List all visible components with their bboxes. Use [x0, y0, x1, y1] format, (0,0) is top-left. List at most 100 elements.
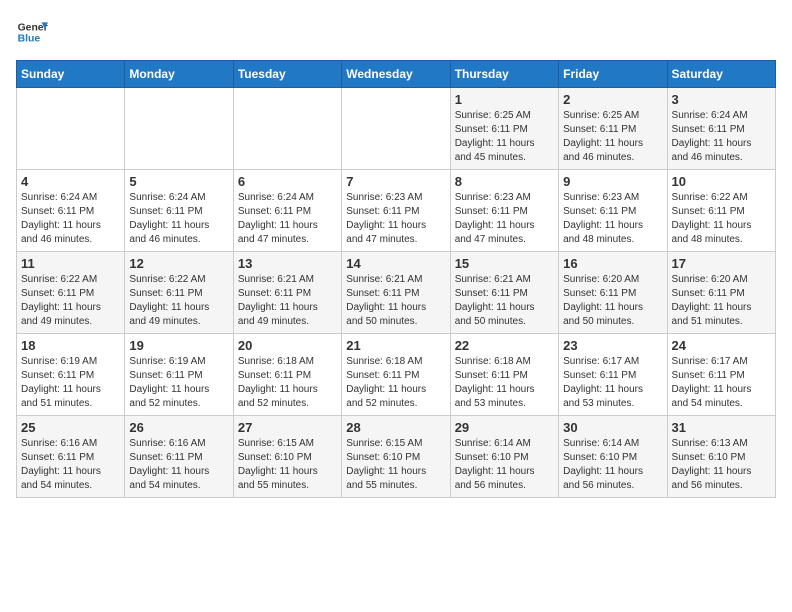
- day-number: 31: [672, 420, 771, 435]
- day-number: 1: [455, 92, 554, 107]
- calendar-cell: 21 Sunrise: 6:18 AM Sunset: 6:11 PM Dayli…: [342, 334, 450, 416]
- calendar-header: SundayMondayTuesdayWednesdayThursdayFrid…: [17, 61, 776, 88]
- header-row: SundayMondayTuesdayWednesdayThursdayFrid…: [17, 61, 776, 88]
- day-detail: Sunrise: 6:15 AM Sunset: 6:10 PM Dayligh…: [346, 437, 445, 493]
- page-header: General Blue: [16, 16, 776, 48]
- header-cell-friday: Friday: [559, 61, 667, 88]
- day-number: 27: [238, 420, 337, 435]
- day-number: 23: [563, 338, 662, 353]
- day-number: 4: [21, 174, 120, 189]
- calendar-cell: 29 Sunrise: 6:14 AM Sunset: 6:10 PM Dayli…: [450, 416, 558, 498]
- day-detail: Sunrise: 6:21 AM Sunset: 6:11 PM Dayligh…: [238, 273, 337, 329]
- calendar-cell: 27 Sunrise: 6:15 AM Sunset: 6:10 PM Dayli…: [233, 416, 341, 498]
- day-number: 21: [346, 338, 445, 353]
- calendar-cell: 30 Sunrise: 6:14 AM Sunset: 6:10 PM Dayli…: [559, 416, 667, 498]
- day-detail: Sunrise: 6:13 AM Sunset: 6:10 PM Dayligh…: [672, 437, 771, 493]
- day-number: 6: [238, 174, 337, 189]
- logo: General Blue: [16, 16, 48, 48]
- day-number: 7: [346, 174, 445, 189]
- calendar-cell: 28 Sunrise: 6:15 AM Sunset: 6:10 PM Dayli…: [342, 416, 450, 498]
- day-number: 5: [129, 174, 228, 189]
- calendar-cell: 9Sunrise: 6:23 AM Sunset: 6:11 PM Daylig…: [559, 170, 667, 252]
- day-detail: Sunrise: 6:24 AM Sunset: 6:11 PM Dayligh…: [672, 109, 771, 165]
- calendar-cell: 5Sunrise: 6:24 AM Sunset: 6:11 PM Daylig…: [125, 170, 233, 252]
- calendar-cell: 25 Sunrise: 6:16 AM Sunset: 6:11 PM Dayli…: [17, 416, 125, 498]
- day-number: 20: [238, 338, 337, 353]
- logo-icon: General Blue: [16, 16, 48, 48]
- calendar-cell: [125, 88, 233, 170]
- header-cell-wednesday: Wednesday: [342, 61, 450, 88]
- calendar-cell: 6 Sunrise: 6:24 AM Sunset: 6:11 PM Daylig…: [233, 170, 341, 252]
- svg-text:Blue: Blue: [18, 34, 41, 45]
- day-detail: Sunrise: 6:18 AM Sunset: 6:11 PM Dayligh…: [238, 355, 337, 411]
- day-detail: Sunrise: 6:16 AM Sunset: 6:11 PM Dayligh…: [129, 437, 228, 493]
- day-detail: Sunrise: 6:25 AM Sunset: 6:11 PM Dayligh…: [563, 109, 662, 165]
- week-row-1: 1 Sunrise: 6:25 AM Sunset: 6:11 PM Daylig…: [17, 88, 776, 170]
- calendar-cell: [233, 88, 341, 170]
- day-detail: Sunrise: 6:15 AM Sunset: 6:10 PM Dayligh…: [238, 437, 337, 493]
- day-number: 16: [563, 256, 662, 271]
- day-detail: Sunrise: 6:14 AM Sunset: 6:10 PM Dayligh…: [455, 437, 554, 493]
- day-detail: Sunrise: 6:24 AM Sunset: 6:11 PM Dayligh…: [21, 191, 120, 247]
- day-number: 8: [455, 174, 554, 189]
- day-number: 10: [672, 174, 771, 189]
- calendar-cell: 11 Sunrise: 6:22 AM Sunset: 6:11 PM Dayli…: [17, 252, 125, 334]
- calendar-cell: 8 Sunrise: 6:23 AM Sunset: 6:11 PM Daylig…: [450, 170, 558, 252]
- day-number: 29: [455, 420, 554, 435]
- day-number: 25: [21, 420, 120, 435]
- calendar-cell: 14 Sunrise: 6:21 AM Sunset: 6:11 PM Dayli…: [342, 252, 450, 334]
- calendar-cell: 20 Sunrise: 6:18 AM Sunset: 6:11 PM Dayli…: [233, 334, 341, 416]
- day-detail: Sunrise: 6:16 AM Sunset: 6:11 PM Dayligh…: [21, 437, 120, 493]
- calendar-cell: 18 Sunrise: 6:19 AM Sunset: 6:11 PM Dayli…: [17, 334, 125, 416]
- day-detail: Sunrise: 6:23 AM Sunset: 6:11 PM Dayligh…: [455, 191, 554, 247]
- day-detail: Sunrise: 6:22 AM Sunset: 6:11 PM Dayligh…: [672, 191, 771, 247]
- day-number: 28: [346, 420, 445, 435]
- calendar-cell: [17, 88, 125, 170]
- calendar-cell: 26 Sunrise: 6:16 AM Sunset: 6:11 PM Dayli…: [125, 416, 233, 498]
- calendar-cell: 12Sunrise: 6:22 AM Sunset: 6:11 PM Dayli…: [125, 252, 233, 334]
- header-cell-tuesday: Tuesday: [233, 61, 341, 88]
- day-detail: Sunrise: 6:18 AM Sunset: 6:11 PM Dayligh…: [346, 355, 445, 411]
- day-number: 19: [129, 338, 228, 353]
- day-number: 15: [455, 256, 554, 271]
- day-detail: Sunrise: 6:22 AM Sunset: 6:11 PM Dayligh…: [129, 273, 228, 329]
- day-detail: Sunrise: 6:19 AM Sunset: 6:11 PM Dayligh…: [129, 355, 228, 411]
- day-detail: Sunrise: 6:22 AM Sunset: 6:11 PM Dayligh…: [21, 273, 120, 329]
- calendar-cell: 17Sunrise: 6:20 AM Sunset: 6:11 PM Dayli…: [667, 252, 775, 334]
- day-detail: Sunrise: 6:25 AM Sunset: 6:11 PM Dayligh…: [455, 109, 554, 165]
- day-number: 11: [21, 256, 120, 271]
- day-number: 14: [346, 256, 445, 271]
- day-number: 26: [129, 420, 228, 435]
- calendar-cell: 10 Sunrise: 6:22 AM Sunset: 6:11 PM Dayli…: [667, 170, 775, 252]
- day-number: 30: [563, 420, 662, 435]
- calendar-cell: 3Sunrise: 6:24 AM Sunset: 6:11 PM Daylig…: [667, 88, 775, 170]
- day-number: 24: [672, 338, 771, 353]
- calendar-cell: 15Sunrise: 6:21 AM Sunset: 6:11 PM Dayli…: [450, 252, 558, 334]
- calendar-cell: 1 Sunrise: 6:25 AM Sunset: 6:11 PM Daylig…: [450, 88, 558, 170]
- day-detail: Sunrise: 6:17 AM Sunset: 6:11 PM Dayligh…: [563, 355, 662, 411]
- week-row-5: 25 Sunrise: 6:16 AM Sunset: 6:11 PM Dayli…: [17, 416, 776, 498]
- week-row-3: 11 Sunrise: 6:22 AM Sunset: 6:11 PM Dayli…: [17, 252, 776, 334]
- day-detail: Sunrise: 6:19 AM Sunset: 6:11 PM Dayligh…: [21, 355, 120, 411]
- day-detail: Sunrise: 6:14 AM Sunset: 6:10 PM Dayligh…: [563, 437, 662, 493]
- calendar-cell: 23 Sunrise: 6:17 AM Sunset: 6:11 PM Dayli…: [559, 334, 667, 416]
- day-detail: Sunrise: 6:20 AM Sunset: 6:11 PM Dayligh…: [563, 273, 662, 329]
- day-detail: Sunrise: 6:23 AM Sunset: 6:11 PM Dayligh…: [346, 191, 445, 247]
- header-cell-monday: Monday: [125, 61, 233, 88]
- day-detail: Sunrise: 6:20 AM Sunset: 6:11 PM Dayligh…: [672, 273, 771, 329]
- day-detail: Sunrise: 6:18 AM Sunset: 6:11 PM Dayligh…: [455, 355, 554, 411]
- calendar-cell: 19 Sunrise: 6:19 AM Sunset: 6:11 PM Dayli…: [125, 334, 233, 416]
- day-detail: Sunrise: 6:21 AM Sunset: 6:11 PM Dayligh…: [346, 273, 445, 329]
- calendar-cell: 7 Sunrise: 6:23 AM Sunset: 6:11 PM Daylig…: [342, 170, 450, 252]
- calendar-table: SundayMondayTuesdayWednesdayThursdayFrid…: [16, 60, 776, 498]
- week-row-2: 4 Sunrise: 6:24 AM Sunset: 6:11 PM Daylig…: [17, 170, 776, 252]
- calendar-cell: 16 Sunrise: 6:20 AM Sunset: 6:11 PM Dayli…: [559, 252, 667, 334]
- day-number: 22: [455, 338, 554, 353]
- day-number: 18: [21, 338, 120, 353]
- header-cell-thursday: Thursday: [450, 61, 558, 88]
- header-cell-saturday: Saturday: [667, 61, 775, 88]
- day-number: 13: [238, 256, 337, 271]
- calendar-cell: 22 Sunrise: 6:18 AM Sunset: 6:11 PM Dayli…: [450, 334, 558, 416]
- day-number: 2: [563, 92, 662, 107]
- day-detail: Sunrise: 6:24 AM Sunset: 6:11 PM Dayligh…: [238, 191, 337, 247]
